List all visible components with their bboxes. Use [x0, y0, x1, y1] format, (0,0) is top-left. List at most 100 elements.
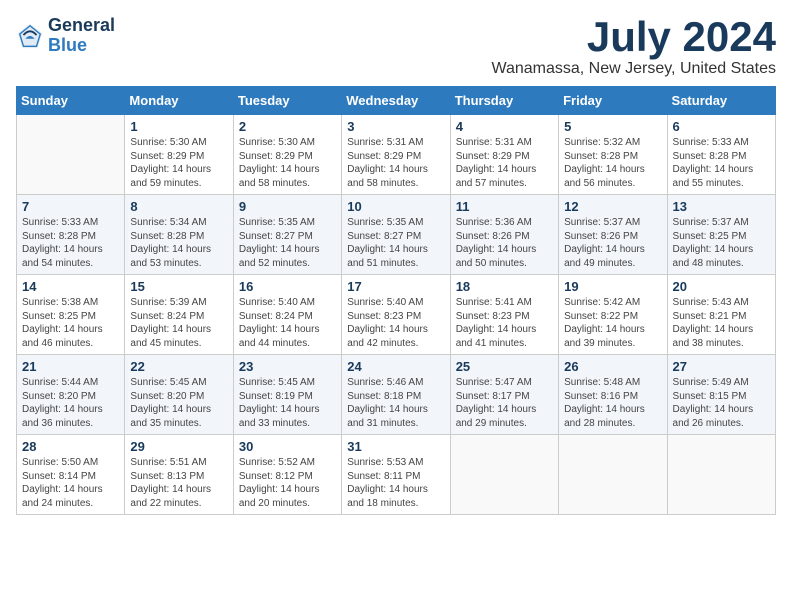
day-cell: 7 Sunrise: 5:33 AM Sunset: 8:28 PM Daylig… [17, 195, 125, 275]
day-cell: 18Sunrise: 5:41 AM Sunset: 8:23 PM Dayli… [450, 275, 558, 355]
day-number: 7 [22, 199, 119, 214]
logo-general: General [48, 16, 115, 36]
title-block: July 2024 Wanamassa, New Jersey, United … [491, 16, 776, 78]
day-number: 27 [673, 359, 770, 374]
day-info: Sunrise: 5:39 AM Sunset: 8:24 PM Dayligh… [130, 296, 227, 350]
day-info: Sunrise: 5:47 AM Sunset: 8:17 PM Dayligh… [456, 376, 553, 430]
day-info: Sunrise: 5:31 AM Sunset: 8:29 PM Dayligh… [456, 136, 553, 190]
day-info: Sunrise: 5:33 AM Sunset: 8:28 PM Dayligh… [22, 216, 119, 270]
day-cell: 24 Sunrise: 5:46 AM Sunset: 8:18 PM Dayli… [342, 355, 450, 435]
day-number: 19 [564, 279, 661, 294]
day-cell: 25 Sunrise: 5:47 AM Sunset: 8:17 PM Dayli… [450, 355, 558, 435]
day-number: 9 [239, 199, 336, 214]
day-cell: 2Sunrise: 5:30 AM Sunset: 8:29 PM Daylig… [233, 115, 341, 195]
day-cell: 13Sunrise: 5:37 AM Sunset: 8:25 PM Dayli… [667, 195, 775, 275]
week-row-4: 21Sunrise: 5:44 AM Sunset: 8:20 PM Dayli… [17, 355, 776, 435]
day-info: Sunrise: 5:37 AM Sunset: 8:25 PM Dayligh… [673, 216, 770, 270]
day-cell: 9 Sunrise: 5:35 AM Sunset: 8:27 PM Daylig… [233, 195, 341, 275]
day-number: 29 [130, 439, 227, 454]
day-info: Sunrise: 5:30 AM Sunset: 8:29 PM Dayligh… [130, 136, 227, 190]
col-wednesday: Wednesday [342, 87, 450, 115]
day-number: 23 [239, 359, 336, 374]
logo-icon [16, 22, 44, 50]
day-cell: 21Sunrise: 5:44 AM Sunset: 8:20 PM Dayli… [17, 355, 125, 435]
day-cell: 16 Sunrise: 5:40 AM Sunset: 8:24 PM Dayli… [233, 275, 341, 355]
col-friday: Friday [559, 87, 667, 115]
day-cell: 14Sunrise: 5:38 AM Sunset: 8:25 PM Dayli… [17, 275, 125, 355]
day-info: Sunrise: 5:31 AM Sunset: 8:29 PM Dayligh… [347, 136, 444, 190]
day-number: 18 [456, 279, 553, 294]
day-number: 15 [130, 279, 227, 294]
day-number: 21 [22, 359, 119, 374]
day-info: Sunrise: 5:35 AM Sunset: 8:27 PM Dayligh… [347, 216, 444, 270]
day-number: 22 [130, 359, 227, 374]
col-sunday: Sunday [17, 87, 125, 115]
day-cell: 3 Sunrise: 5:31 AM Sunset: 8:29 PM Daylig… [342, 115, 450, 195]
day-cell: 10Sunrise: 5:35 AM Sunset: 8:27 PM Dayli… [342, 195, 450, 275]
day-cell: 12Sunrise: 5:37 AM Sunset: 8:26 PM Dayli… [559, 195, 667, 275]
day-number: 16 [239, 279, 336, 294]
location: Wanamassa, New Jersey, United States [491, 60, 776, 78]
day-info: Sunrise: 5:45 AM Sunset: 8:20 PM Dayligh… [130, 376, 227, 430]
day-number: 3 [347, 119, 444, 134]
col-tuesday: Tuesday [233, 87, 341, 115]
day-cell: 30Sunrise: 5:52 AM Sunset: 8:12 PM Dayli… [233, 435, 341, 515]
page-header: General Blue July 2024 Wanamassa, New Je… [16, 16, 776, 78]
day-number: 4 [456, 119, 553, 134]
day-info: Sunrise: 5:36 AM Sunset: 8:26 PM Dayligh… [456, 216, 553, 270]
day-info: Sunrise: 5:51 AM Sunset: 8:13 PM Dayligh… [130, 456, 227, 510]
day-cell: 20 Sunrise: 5:43 AM Sunset: 8:21 PM Dayli… [667, 275, 775, 355]
day-cell: 29 Sunrise: 5:51 AM Sunset: 8:13 PM Dayli… [125, 435, 233, 515]
day-info: Sunrise: 5:50 AM Sunset: 8:14 PM Dayligh… [22, 456, 119, 510]
day-number: 30 [239, 439, 336, 454]
month-title: July 2024 [491, 16, 776, 58]
day-cell: 17 Sunrise: 5:40 AM Sunset: 8:23 PM Dayli… [342, 275, 450, 355]
week-row-3: 14Sunrise: 5:38 AM Sunset: 8:25 PM Dayli… [17, 275, 776, 355]
day-info: Sunrise: 5:40 AM Sunset: 8:23 PM Dayligh… [347, 296, 444, 350]
col-saturday: Saturday [667, 87, 775, 115]
day-number: 17 [347, 279, 444, 294]
day-number: 6 [673, 119, 770, 134]
day-cell: 15 Sunrise: 5:39 AM Sunset: 8:24 PM Dayli… [125, 275, 233, 355]
day-info: Sunrise: 5:46 AM Sunset: 8:18 PM Dayligh… [347, 376, 444, 430]
day-cell: 11 Sunrise: 5:36 AM Sunset: 8:26 PM Dayli… [450, 195, 558, 275]
col-monday: Monday [125, 87, 233, 115]
day-info: Sunrise: 5:42 AM Sunset: 8:22 PM Dayligh… [564, 296, 661, 350]
day-info: Sunrise: 5:30 AM Sunset: 8:29 PM Dayligh… [239, 136, 336, 190]
logo-text: General Blue [48, 16, 115, 56]
day-number: 14 [22, 279, 119, 294]
col-thursday: Thursday [450, 87, 558, 115]
day-number: 8 [130, 199, 227, 214]
day-cell: 31Sunrise: 5:53 AM Sunset: 8:11 PM Dayli… [342, 435, 450, 515]
calendar-table: Sunday Monday Tuesday Wednesday Thursday… [16, 86, 776, 515]
day-number: 24 [347, 359, 444, 374]
day-number: 20 [673, 279, 770, 294]
header-row: Sunday Monday Tuesday Wednesday Thursday… [17, 87, 776, 115]
day-cell [17, 115, 125, 195]
day-info: Sunrise: 5:49 AM Sunset: 8:15 PM Dayligh… [673, 376, 770, 430]
day-number: 26 [564, 359, 661, 374]
day-info: Sunrise: 5:45 AM Sunset: 8:19 PM Dayligh… [239, 376, 336, 430]
day-number: 25 [456, 359, 553, 374]
day-cell: 26 Sunrise: 5:48 AM Sunset: 8:16 PM Dayli… [559, 355, 667, 435]
day-info: Sunrise: 5:35 AM Sunset: 8:27 PM Dayligh… [239, 216, 336, 270]
day-cell: 19 Sunrise: 5:42 AM Sunset: 8:22 PM Dayli… [559, 275, 667, 355]
week-row-5: 28 Sunrise: 5:50 AM Sunset: 8:14 PM Dayli… [17, 435, 776, 515]
day-cell: 5Sunrise: 5:32 AM Sunset: 8:28 PM Daylig… [559, 115, 667, 195]
week-row-2: 7 Sunrise: 5:33 AM Sunset: 8:28 PM Daylig… [17, 195, 776, 275]
logo: General Blue [16, 16, 115, 56]
day-info: Sunrise: 5:43 AM Sunset: 8:21 PM Dayligh… [673, 296, 770, 350]
day-cell: 22 Sunrise: 5:45 AM Sunset: 8:20 PM Dayli… [125, 355, 233, 435]
day-info: Sunrise: 5:53 AM Sunset: 8:11 PM Dayligh… [347, 456, 444, 510]
day-info: Sunrise: 5:40 AM Sunset: 8:24 PM Dayligh… [239, 296, 336, 350]
day-cell [450, 435, 558, 515]
day-info: Sunrise: 5:34 AM Sunset: 8:28 PM Dayligh… [130, 216, 227, 270]
day-number: 11 [456, 199, 553, 214]
day-cell: 23 Sunrise: 5:45 AM Sunset: 8:19 PM Dayli… [233, 355, 341, 435]
day-number: 5 [564, 119, 661, 134]
day-cell: 4 Sunrise: 5:31 AM Sunset: 8:29 PM Daylig… [450, 115, 558, 195]
day-cell [559, 435, 667, 515]
day-info: Sunrise: 5:48 AM Sunset: 8:16 PM Dayligh… [564, 376, 661, 430]
day-info: Sunrise: 5:37 AM Sunset: 8:26 PM Dayligh… [564, 216, 661, 270]
day-number: 28 [22, 439, 119, 454]
